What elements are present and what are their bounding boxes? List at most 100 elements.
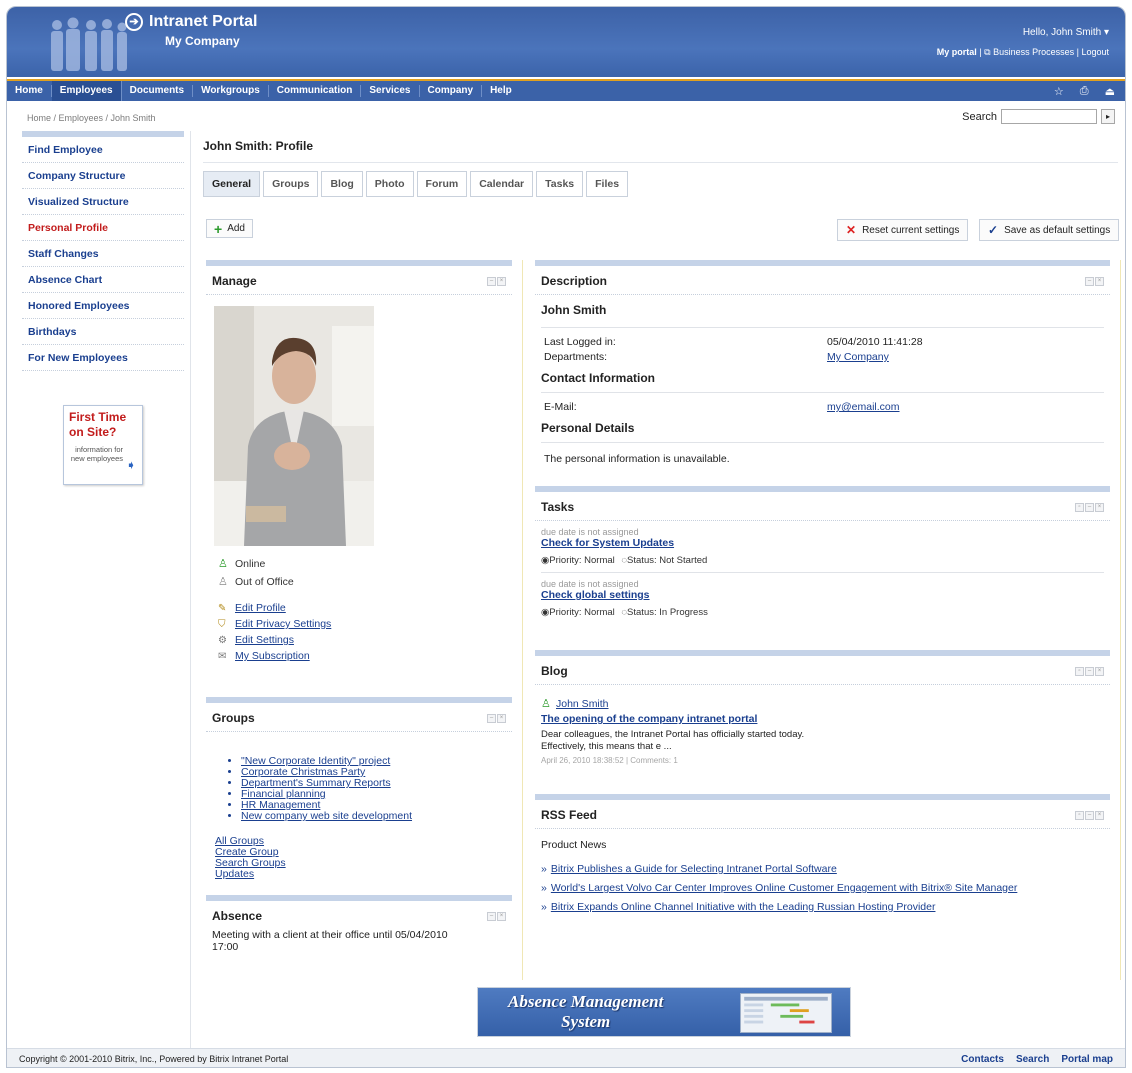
task-link[interactable]: Check for System Updates [541,537,1104,549]
my-portal-link[interactable]: My portal [937,47,977,57]
banner-text: Absence Management System [508,992,664,1031]
tab-forum[interactable]: Forum [416,171,468,197]
tab-tasks[interactable]: Tasks [536,171,584,197]
sitemap-icon[interactable]: ⏏ [1105,85,1115,98]
settings-small-icon[interactable]: ▫ [1075,810,1084,820]
footer-search-link[interactable]: Search [1016,1054,1049,1065]
sidebar-item-staff-changes[interactable]: Staff Changes [22,241,184,267]
app-title-text: Intranet Portal [149,13,258,30]
column-divider [522,260,523,980]
personal-details-title: Personal Details [541,421,635,435]
absence-management-banner[interactable]: Absence Management System [477,987,851,1037]
edit-settings-action[interactable]: ⚙ Edit Settings [218,634,498,646]
my-subscription-action[interactable]: ✉ My Subscription [218,650,498,662]
sidebar-item-birthdays[interactable]: Birthdays [22,319,184,345]
status-online: ♙ Online [218,557,266,571]
menu-item-documents[interactable]: Documents [122,85,194,97]
rss-item[interactable]: » Bitrix Publishes a Guide for Selecting … [541,863,1104,875]
list-item[interactable]: New company web site development [241,811,512,822]
sidebar-item-company-structure[interactable]: Company Structure [22,163,184,189]
sidebar-item-personal-profile[interactable]: Personal Profile [22,215,184,241]
breadcrumb[interactable]: Home / Employees / John Smith [27,113,156,123]
tab-photo[interactable]: Photo [365,171,414,197]
search-groups-link[interactable]: Search Groups [215,858,512,869]
first-time-line2: on Site? [69,425,117,439]
tasks-panel-header: Tasks ▫ – × [535,492,1110,521]
user-greeting[interactable]: Hello, John Smith ▾ [937,27,1109,38]
close-icon[interactable]: × [1095,810,1104,820]
minimize-icon[interactable]: – [1085,502,1094,512]
settings-small-icon[interactable]: ▫ [1075,502,1084,512]
close-icon[interactable]: × [1095,502,1104,512]
portal-map-link[interactable]: Portal map [1061,1054,1113,1065]
sidebar-item-absence-chart[interactable]: Absence Chart [22,267,184,293]
close-icon[interactable]: × [497,911,506,921]
blog-author-link[interactable]: John Smith [556,698,609,710]
email-link[interactable]: my@email.com [827,401,900,413]
contacts-link[interactable]: Contacts [961,1054,1004,1065]
reset-settings-button[interactable]: ✕ Reset current settings [837,219,969,241]
last-logged-row: Last Logged in: 05/04/2010 11:41:28 [544,336,923,348]
groups-title: Groups [212,711,255,725]
menu-item-workgroups[interactable]: Workgroups [193,85,269,97]
menu-item-company[interactable]: Company [420,85,483,97]
search-go-button[interactable]: ▸ [1101,109,1115,124]
close-icon[interactable]: × [497,276,506,286]
arrow-circle-icon: ➔ [125,13,143,31]
add-button[interactable]: + Add [206,219,253,238]
shield-icon: ⛉ [218,618,226,630]
close-icon[interactable]: × [1095,276,1104,286]
rss-item[interactable]: » Bitrix Expands Online Channel Initiativ… [541,901,1104,913]
logout-link[interactable]: Logout [1081,47,1109,57]
blog-post-link[interactable]: The opening of the company intranet port… [541,713,1104,725]
checkmark-icon: ✓ [988,223,999,237]
edit-privacy-action[interactable]: ⛉ Edit Privacy Settings [218,618,498,630]
absence-panel: Absence – × Meeting with a client at thei… [206,895,512,975]
blog-panel: Blog ▫ – × ♙ John Smith The opening of the… [535,650,1110,775]
favorite-star-icon[interactable]: ☆ [1054,85,1064,98]
save-default-settings-button[interactable]: ✓ Save as default settings [979,219,1120,241]
menu-item-employees[interactable]: Employees [51,81,122,101]
minimize-icon[interactable]: – [487,276,496,286]
first-time-banner[interactable]: First Time on Site? information for new … [63,405,143,485]
tab-calendar[interactable]: Calendar [470,171,534,197]
brand[interactable]: ➔ Intranet Portal My Company [125,13,257,48]
print-icon[interactable]: ⎙ [1080,85,1089,98]
minimize-icon[interactable]: – [487,713,496,723]
description-panel-header: Description – × [535,266,1110,295]
sidebar-item-honored-employees[interactable]: Honored Employees [22,293,184,319]
description-body: John Smith Last Logged in: 05/04/2010 11… [535,295,1110,465]
close-icon[interactable]: × [497,713,506,723]
sidebar-item-for-new-employees[interactable]: For New Employees [22,345,184,371]
tab-general[interactable]: General [203,171,261,197]
manage-panel-header: Manage – × [206,266,512,295]
settings-small-icon[interactable]: ▫ [1075,666,1084,676]
tab-files[interactable]: Files [586,171,629,197]
minimize-icon[interactable]: – [1085,276,1094,286]
footer: Copyright © 2001-2010 Bitrix, Inc., Powe… [7,1048,1125,1067]
rss-item[interactable]: » World's Largest Volvo Car Center Improv… [541,882,1104,894]
minimize-icon[interactable]: – [487,911,496,921]
minimize-icon[interactable]: – [1085,810,1094,820]
edit-profile-action[interactable]: ✎ Edit Profile [218,602,498,614]
menu-item-home[interactable]: Home [7,85,52,97]
updates-link[interactable]: Updates [215,869,512,880]
business-processes-link[interactable]: Business Processes [993,47,1074,57]
sidebar-item-visualized-structure[interactable]: Visualized Structure [22,189,184,215]
tab-blog[interactable]: Blog [321,171,363,197]
menu-item-communication[interactable]: Communication [269,85,362,97]
minimize-icon[interactable]: – [1085,666,1094,676]
description-panel: Description – × John Smith Last Logged in… [535,260,1110,480]
tab-groups[interactable]: Groups [263,171,319,197]
menu-item-services[interactable]: Services [361,85,420,97]
task-link[interactable]: Check global settings [541,589,1104,601]
department-link[interactable]: My Company [827,351,889,363]
panel-controls: – × [487,276,506,286]
reset-x-icon: ✕ [846,223,857,237]
rss-category: Product News [541,839,607,851]
menu-item-help[interactable]: Help [482,85,520,97]
sidebar-item-find-employee[interactable]: Find Employee [22,137,184,163]
blog-title: Blog [541,664,568,678]
close-icon[interactable]: × [1095,666,1104,676]
search-input[interactable] [1001,109,1097,124]
